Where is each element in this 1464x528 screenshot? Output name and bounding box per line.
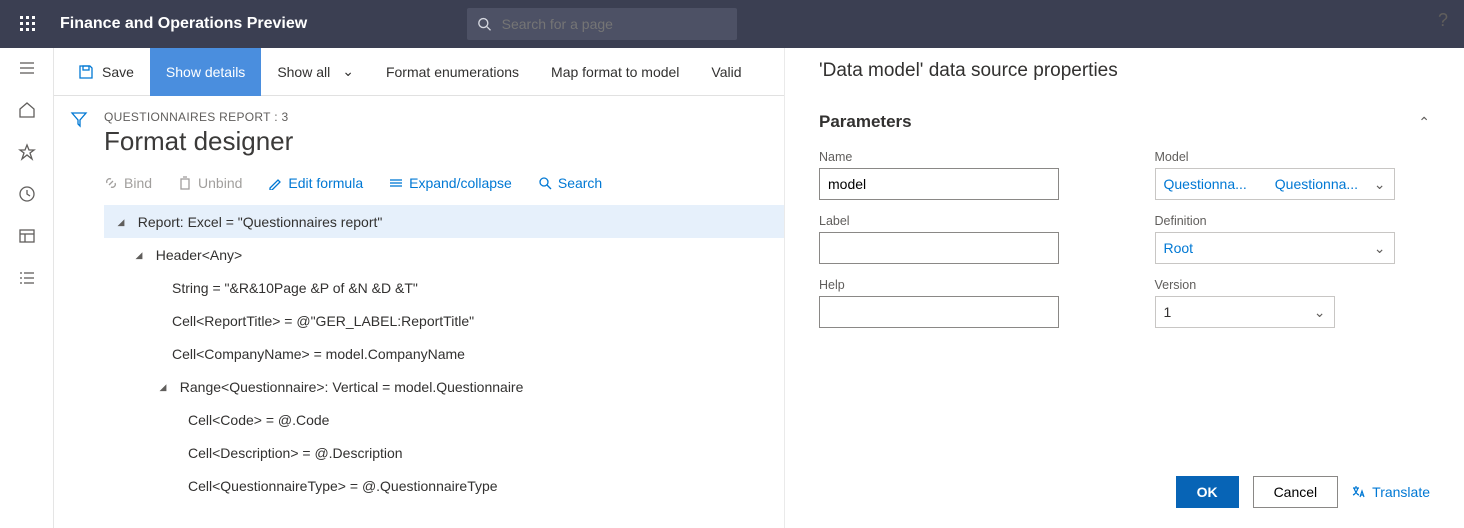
tree-twisty-icon[interactable]: [154, 381, 172, 393]
funnel-icon[interactable]: [70, 110, 88, 528]
label-label: Label: [819, 214, 1095, 228]
ok-button[interactable]: OK: [1176, 476, 1239, 508]
label-field[interactable]: [819, 232, 1059, 264]
tree-row[interactable]: Header<Any>: [104, 238, 784, 271]
tree-row[interactable]: Cell<Description> = @.Description: [104, 436, 784, 469]
section-header: Parameters: [819, 112, 912, 132]
name-field[interactable]: [819, 168, 1059, 200]
global-search[interactable]: [467, 8, 737, 40]
format-tree: Report: Excel = "Questionnaires report" …: [104, 205, 784, 502]
tree-row[interactable]: Cell<ReportTitle> = @"GER_LABEL:ReportTi…: [104, 304, 784, 337]
model-label: Model: [1155, 150, 1431, 164]
hamburger-icon[interactable]: [17, 58, 37, 78]
show-all-button[interactable]: Show all⌄: [261, 48, 370, 96]
star-icon[interactable]: [17, 142, 37, 162]
bind-button[interactable]: Bind: [104, 175, 152, 191]
chevron-down-icon: ⌄: [342, 63, 354, 80]
main-area: Save Show details Show all⌄ Format enume…: [54, 48, 784, 528]
show-details-button[interactable]: Show details: [150, 48, 261, 96]
tree-row[interactable]: Cell<CompanyName> = model.CompanyName: [104, 337, 784, 370]
definition-label: Definition: [1155, 214, 1431, 228]
chevron-down-icon: ⌄: [1374, 176, 1386, 193]
model-select[interactable]: Questionna...Questionna... ⌄: [1155, 168, 1395, 200]
designer-toolbar: Bind Unbind Edit formula Expand/collapse…: [104, 175, 784, 191]
tree-row[interactable]: Range<Questionnaire>: Vertical = model.Q…: [104, 370, 784, 403]
panel-title: 'Data model' data source properties: [819, 60, 1430, 82]
workspace-icon[interactable]: [17, 226, 37, 246]
top-bar: Finance and Operations Preview: [0, 0, 1464, 48]
chevron-down-icon: ⌄: [1314, 304, 1326, 321]
help-label: Help: [819, 278, 1095, 292]
parameters-form: Name Label Help Model Questionna...Quest…: [819, 150, 1430, 328]
version-select[interactable]: 1 ⌄: [1155, 296, 1335, 328]
tree-row[interactable]: String = "&R&10Page &P of &N &D &T": [104, 271, 784, 304]
version-label: Version: [1155, 278, 1431, 292]
home-icon[interactable]: [17, 100, 37, 120]
edit-formula-button[interactable]: Edit formula: [268, 175, 363, 191]
tree-row[interactable]: Cell<Code> = @.Code: [104, 403, 784, 436]
tree-row[interactable]: Cell<QuestionnaireType> = @.Questionnair…: [104, 469, 784, 502]
format-enum-button[interactable]: Format enumerations: [370, 48, 535, 96]
format-designer: QUESTIONNAIRES REPORT : 3 Format designe…: [104, 96, 784, 528]
translate-button[interactable]: Translate: [1352, 484, 1430, 500]
page-title: Format designer: [104, 126, 784, 157]
expand-collapse-button[interactable]: Expand/collapse: [389, 175, 512, 191]
tree-twisty-icon[interactable]: [130, 249, 148, 261]
help-field[interactable]: [819, 296, 1059, 328]
breadcrumb: QUESTIONNAIRES REPORT : 3: [104, 110, 784, 124]
map-format-button[interactable]: Map format to model: [535, 48, 695, 96]
name-label: Name: [819, 150, 1095, 164]
definition-select[interactable]: Root ⌄: [1155, 232, 1395, 264]
chevron-up-icon[interactable]: ⌃: [1418, 114, 1430, 131]
search-input[interactable]: [502, 16, 728, 32]
save-label: Save: [102, 64, 134, 80]
properties-panel: 'Data model' data source properties Para…: [784, 48, 1464, 528]
cancel-button[interactable]: Cancel: [1253, 476, 1339, 508]
filter-column: [54, 96, 104, 528]
tree-search-button[interactable]: Search: [538, 175, 602, 191]
chevron-down-icon: ⌄: [1374, 240, 1386, 257]
tree-row[interactable]: Report: Excel = "Questionnaires report": [104, 205, 784, 238]
validate-button[interactable]: Valid: [695, 48, 757, 96]
app-title: Finance and Operations Preview: [60, 15, 307, 33]
left-nav-rail: [0, 48, 54, 528]
modules-icon[interactable]: [17, 268, 37, 288]
help-icon[interactable]: ?: [1438, 10, 1448, 31]
unbind-button[interactable]: Unbind: [178, 175, 242, 191]
recent-icon[interactable]: [17, 184, 37, 204]
app-launcher-icon[interactable]: [8, 4, 48, 44]
command-bar: Save Show details Show all⌄ Format enume…: [54, 48, 784, 96]
tree-twisty-icon[interactable]: [112, 216, 130, 228]
save-button[interactable]: Save: [62, 48, 150, 96]
panel-footer: OK Cancel Translate: [1176, 476, 1430, 508]
